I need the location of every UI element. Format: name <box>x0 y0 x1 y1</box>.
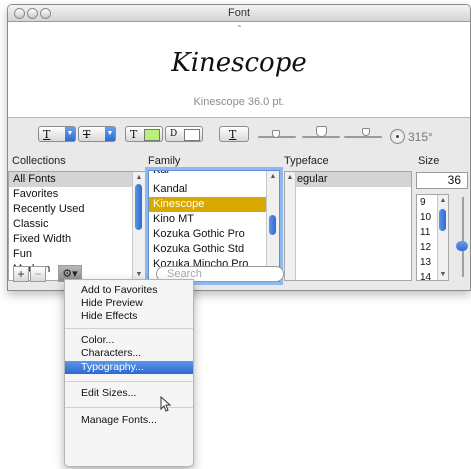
scroll-up-icon[interactable]: ▲ <box>267 173 279 180</box>
menu-item-characters[interactable]: Characters... <box>65 347 193 360</box>
list-item[interactable]: Fun <box>9 247 145 262</box>
typeface-scrollbar[interactable]: ▲ <box>285 172 296 280</box>
scroll-down-icon[interactable]: ▼ <box>438 271 448 278</box>
list-item[interactable]: All Fonts <box>9 172 145 187</box>
menu-item-typography[interactable]: Typography... <box>65 361 193 374</box>
list-item[interactable]: Regular <box>285 172 411 187</box>
remove-collection-button[interactable]: − <box>30 266 46 282</box>
shadow-toggle-button[interactable]: T <box>219 126 249 142</box>
mouse-cursor-icon <box>160 396 172 412</box>
window-title: Font <box>227 7 250 19</box>
list-item[interactable]: Kozuka Gothic Std <box>149 242 279 257</box>
list-item[interactable]: Kozuka Gothic Pro <box>149 227 279 242</box>
text-color-icon: T <box>130 128 138 141</box>
collections-header: Collections <box>12 155 66 167</box>
size-list[interactable]: 9 10 11 12 13 14 ▲ ▼ <box>416 194 449 281</box>
list-item[interactable]: Classic <box>9 217 145 232</box>
document-color-swatch <box>184 129 200 141</box>
list-item[interactable]: Recently Used <box>9 202 145 217</box>
preview-resize-handle-icon[interactable]: ⌃ <box>236 24 243 33</box>
effects-bar: T ▼ T ▼ T D T 315° <box>8 118 470 152</box>
list-item-selected[interactable]: Kinescope <box>149 197 279 212</box>
font-panel-window: Font ⌃ Kinescope Kinescope 36.0 pt. T ▼ … <box>7 4 471 291</box>
menu-item-hide-effects[interactable]: Hide Effects <box>65 310 193 323</box>
family-header: Family <box>148 155 181 167</box>
menu-item-hide-preview[interactable]: Hide Preview <box>65 297 193 310</box>
list-item[interactable]: Favorites <box>9 187 145 202</box>
size-slider[interactable] <box>456 197 468 277</box>
typeface-list[interactable]: Regular ▲ <box>284 171 412 281</box>
text-color-swatch <box>144 129 160 141</box>
slider-knob[interactable] <box>456 241 468 251</box>
list-item[interactable]: Kino MT <box>149 212 279 227</box>
family-scrollbar[interactable]: ▲ ▼ <box>266 171 279 281</box>
title-bar[interactable]: Font <box>8 5 470 22</box>
menu-item-add-to-favorites[interactable]: Add to Favorites <box>65 284 193 297</box>
shadow-angle-dial[interactable] <box>390 129 405 144</box>
font-preview: ⌃ Kinescope Kinescope 36.0 pt. <box>8 22 470 118</box>
scroll-up-icon[interactable]: ▲ <box>285 174 295 181</box>
action-menu: Add to Favorites Hide Preview Hide Effec… <box>64 279 194 467</box>
collections-scrollbar[interactable]: ▲ ▼ <box>132 172 145 280</box>
menu-item-edit-sizes[interactable]: Edit Sizes... <box>65 387 193 400</box>
scroll-thumb[interactable] <box>269 215 276 235</box>
scroll-up-icon[interactable]: ▲ <box>133 174 145 181</box>
shadow-blur-slider[interactable] <box>302 126 340 140</box>
menu-item-manage-fonts[interactable]: Manage Fonts... <box>65 414 193 427</box>
strikethrough-popup[interactable]: T ▼ <box>78 126 116 142</box>
typeface-header: Typeface <box>284 155 329 167</box>
size-header: Size <box>418 155 440 167</box>
list-item[interactable]: Kandal <box>149 182 279 197</box>
menu-separator <box>65 381 193 382</box>
slider-knob[interactable] <box>362 128 370 136</box>
text-color-button[interactable]: T <box>125 126 163 142</box>
preview-sample-text: Kinescope <box>171 48 307 78</box>
scroll-down-icon[interactable]: ▼ <box>133 271 145 278</box>
shadow-angle-value: 315° <box>408 130 433 144</box>
chevron-down-icon: ▼ <box>65 127 75 141</box>
underline-icon: T <box>43 128 51 141</box>
strikethrough-icon: T <box>83 128 91 141</box>
slider-knob[interactable] <box>272 130 280 138</box>
list-item[interactable]: Fixed Width <box>9 232 145 247</box>
document-color-button[interactable]: D <box>165 126 203 142</box>
shadow-icon: T <box>229 128 237 141</box>
chevron-down-icon: ▼ <box>105 127 115 141</box>
size-scrollbar[interactable]: ▲ ▼ <box>437 195 448 280</box>
size-field[interactable]: 36 <box>416 172 468 189</box>
menu-separator <box>65 407 193 408</box>
add-collection-button[interactable]: + <box>13 266 29 282</box>
menu-separator <box>65 328 193 329</box>
slider-knob[interactable] <box>316 126 327 137</box>
menu-item-color[interactable]: Color... <box>65 334 193 347</box>
scroll-thumb[interactable] <box>135 184 142 230</box>
scroll-up-icon[interactable]: ▲ <box>438 197 448 204</box>
scroll-thumb[interactable] <box>439 209 446 231</box>
shadow-offset-slider[interactable] <box>344 128 382 140</box>
preview-caption: Kinescope 36.0 pt. <box>193 96 285 108</box>
list-item[interactable]: Kai <box>149 171 279 178</box>
document-icon: D <box>170 129 178 139</box>
shadow-opacity-slider[interactable] <box>258 128 296 140</box>
underline-popup[interactable]: T ▼ <box>38 126 76 142</box>
